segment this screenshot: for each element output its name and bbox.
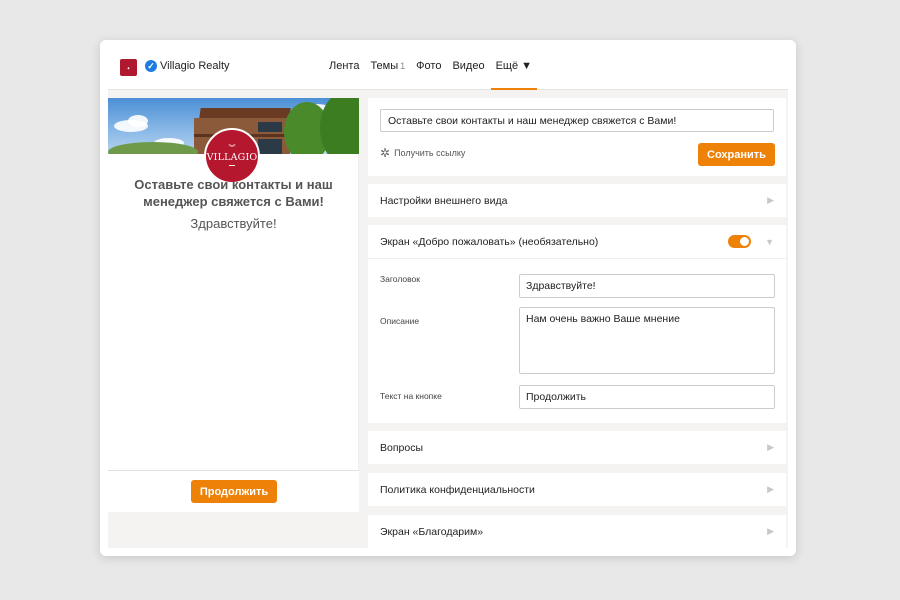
- nav-item-label: Лента: [329, 60, 360, 72]
- chevron-logo-icon: ︾: [228, 145, 236, 152]
- nav-item-label: Фото: [416, 60, 442, 72]
- form-preview: ︾ VILLAGIO ▬▬ Оставьте свои контакты и н…: [108, 98, 359, 512]
- brand-name[interactable]: Villagio Realty: [160, 60, 230, 72]
- gear-icon: ✲: [380, 146, 391, 160]
- description-label: Описание: [380, 316, 420, 326]
- welcome-toggle[interactable]: [728, 235, 752, 248]
- app-content: ◆ ✓ Villagio Realty Лента Темы 1 Фото Вид…: [108, 48, 788, 548]
- brand-logo[interactable]: ◆: [120, 59, 137, 76]
- section-title: Экран «Благодарим»: [380, 525, 484, 538]
- privacy-section-header[interactable]: Политика конфиденциальности ▶: [368, 473, 786, 506]
- chevron-right-icon: ▶: [767, 195, 774, 205]
- preview-footer: Продолжить: [108, 470, 359, 512]
- nav-item-label: Видео: [452, 60, 485, 72]
- preview-continue-button[interactable]: Продолжить: [191, 480, 277, 503]
- chevron-right-icon: ▶: [767, 484, 774, 494]
- section-title: Вопросы: [380, 441, 424, 454]
- section-title: Настройки внешнего вида: [380, 194, 508, 207]
- button-text-input[interactable]: [519, 385, 775, 409]
- nav-item-topics[interactable]: Темы 1: [365, 48, 410, 90]
- welcome-section-header[interactable]: Экран «Добро пожаловать» (необязательно)…: [368, 225, 786, 258]
- get-link-label: Получить ссылку: [394, 148, 466, 158]
- form-title-input[interactable]: [380, 109, 774, 132]
- chevron-right-icon: ▶: [767, 526, 774, 536]
- appearance-section-header[interactable]: Настройки внешнего вида ▶: [368, 184, 786, 217]
- section-title: Политика конфиденциальности: [380, 483, 535, 496]
- form-title-card: ✲ Получить ссылку Сохранить: [368, 98, 786, 176]
- preview-greeting: Здравствуйте!: [190, 216, 277, 231]
- chevron-down-icon: ▼: [765, 236, 774, 247]
- heading-label: Заголовок: [380, 274, 420, 284]
- preview-title: Оставьте свои контакты и наш менеджер св…: [134, 177, 333, 209]
- thanks-section-header[interactable]: Экран «Благодарим» ▶: [368, 515, 786, 548]
- welcome-fields: Заголовок Описание Нам очень важно Ваше …: [368, 258, 786, 423]
- questions-section-header[interactable]: Вопросы ▶: [368, 431, 786, 464]
- thanks-section: Экран «Благодарим» ▶: [368, 515, 786, 548]
- nav-item-more[interactable]: Ещё ▼: [490, 48, 538, 90]
- nav-item-label: Темы: [370, 60, 399, 72]
- section-title: Экран «Добро пожаловать» (необязательно): [380, 235, 599, 248]
- get-link-button[interactable]: ✲ Получить ссылку: [380, 146, 465, 160]
- save-button[interactable]: Сохранить: [698, 143, 775, 166]
- topics-count-badge: 1: [400, 61, 406, 71]
- nav-item-video[interactable]: Видео: [447, 48, 489, 90]
- chevron-right-icon: ▶: [767, 442, 774, 452]
- welcome-section: Экран «Добро пожаловать» (необязательно)…: [368, 225, 786, 423]
- app-window: ◆ ✓ Villagio Realty Лента Темы 1 Фото Вид…: [100, 40, 796, 556]
- description-textarea[interactable]: Нам очень важно Ваше мнение: [519, 307, 775, 374]
- privacy-section: Политика конфиденциальности ▶: [368, 473, 786, 506]
- nav-item-photo[interactable]: Фото: [411, 48, 446, 90]
- page-header: ◆ ✓ Villagio Realty Лента Темы 1 Фото Вид…: [108, 48, 788, 90]
- nav-item-label: Ещё ▼: [495, 60, 533, 72]
- verified-check-icon: ✓: [145, 60, 157, 72]
- appearance-section: Настройки внешнего вида ▶: [368, 184, 786, 217]
- heading-input[interactable]: [519, 274, 775, 298]
- button-text-label: Текст на кнопке: [380, 391, 442, 401]
- main-nav: Лента Темы 1 Фото Видео Ещё ▼: [324, 48, 538, 90]
- avatar-logo-text: VILLAGIO: [206, 152, 258, 163]
- nav-item-feed[interactable]: Лента: [324, 48, 364, 90]
- questions-section: Вопросы ▶: [368, 431, 786, 464]
